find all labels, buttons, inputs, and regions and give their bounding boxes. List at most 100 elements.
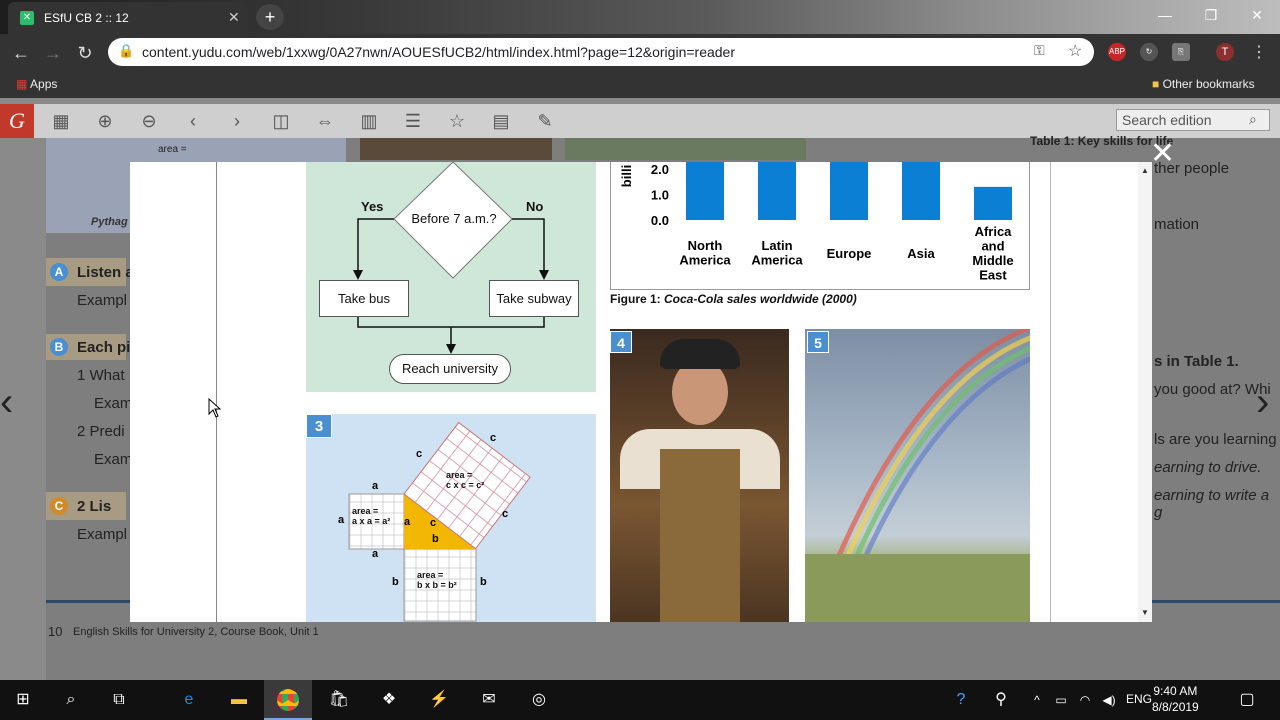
- area-b-label: area = b x b = b²: [417, 570, 457, 590]
- photo-thumbnail: [360, 138, 552, 160]
- chrome-taskbar-button[interactable]: [264, 680, 312, 720]
- y-tick-label: 2.0: [651, 162, 669, 177]
- scroll-down-icon[interactable]: ▼: [1141, 608, 1149, 617]
- x-tick-label: Latin: [761, 238, 792, 253]
- bar-chart-frame: billi 0.0 1.0 2.0 North America Latin America Eu…: [610, 162, 1030, 290]
- minimize-icon[interactable]: —: [1142, 0, 1188, 30]
- forward-icon[interactable]: →: [42, 42, 64, 64]
- file-explorer-icon[interactable]: ▬: [226, 688, 252, 712]
- wifi-icon[interactable]: ◠: [1072, 688, 1098, 712]
- side-a-label: a: [338, 514, 345, 526]
- section-text: Exam: [94, 451, 133, 468]
- menu-icon[interactable]: ⋮: [1248, 42, 1270, 64]
- close-modal-icon[interactable]: ✕: [1150, 136, 1175, 171]
- search-icon[interactable]: ⌕: [1249, 111, 1257, 128]
- footer-text: English Skills for University 2, Course …: [73, 626, 319, 638]
- annotate-icon[interactable]: ✎: [530, 106, 560, 136]
- zoom-out-icon[interactable]: ⊖: [134, 106, 164, 136]
- x-tick-label: Asia: [907, 246, 935, 261]
- pythagoras-caption: Pythag: [91, 216, 128, 228]
- task-view-icon[interactable]: ⧉: [106, 688, 132, 712]
- y-tick-label: 1.0: [651, 188, 669, 203]
- folder-icon: ■: [1152, 77, 1160, 91]
- section-text: Listen a: [77, 264, 134, 281]
- x-tick-label: Europe: [827, 246, 872, 261]
- reload-icon[interactable]: ↻: [74, 42, 96, 64]
- people-icon[interactable]: ⚲: [988, 688, 1014, 712]
- x-tick-label: East: [979, 268, 1007, 283]
- side-a-label: a: [372, 548, 379, 560]
- section-text: Exampl: [77, 526, 128, 543]
- close-window-icon[interactable]: ✕: [1234, 0, 1280, 30]
- search-input[interactable]: Search edition ⌕: [1116, 109, 1270, 131]
- mouse-cursor-icon: [208, 398, 222, 418]
- side-b-label: b: [432, 533, 439, 545]
- contents-list-icon[interactable]: ☰: [398, 106, 428, 136]
- chevron-up-icon[interactable]: ^: [1024, 688, 1050, 712]
- store-icon[interactable]: 🛍: [326, 688, 352, 712]
- bookmark-star-icon[interactable]: ☆: [1068, 41, 1082, 61]
- side-a-label: a: [404, 516, 411, 528]
- page-margin-line: [1050, 162, 1051, 622]
- extension-icon[interactable]: ↻: [1140, 43, 1158, 61]
- language-indicator[interactable]: ENG: [1126, 692, 1152, 706]
- zoom-modal: Before 7 a.m.? Yes No Take bus Take subw…: [130, 162, 1152, 622]
- other-bookmarks[interactable]: ■ Other bookmarks: [1152, 77, 1255, 91]
- key-icon[interactable]: ⚿: [1034, 42, 1045, 59]
- x-tick-label: Africa: [975, 224, 1013, 239]
- next-spread-arrow[interactable]: ›: [1256, 380, 1269, 425]
- section-text: Exampl: [77, 292, 128, 309]
- app-icon[interactable]: ◎: [526, 688, 552, 712]
- prev-page-icon[interactable]: ‹: [178, 106, 208, 136]
- side-c-label: c: [430, 517, 437, 529]
- section-text: 1 What: [77, 367, 125, 384]
- back-icon[interactable]: ←: [10, 42, 32, 64]
- thumbnails-icon[interactable]: ▦: [46, 106, 76, 136]
- tab-title: ESfU CB 2 :: 12: [44, 11, 129, 25]
- address-bar[interactable]: 🔒 content.yudu.com/web/1xxwg/0A27nwn/AOU…: [108, 38, 1094, 66]
- mail-icon[interactable]: ✉: [476, 688, 502, 712]
- columns-icon[interactable]: ▥: [354, 106, 384, 136]
- body-text: earning to drive.: [1154, 459, 1262, 476]
- other-bookmarks-label: Other bookmarks: [1162, 77, 1255, 91]
- help-icon[interactable]: ?: [948, 688, 974, 712]
- next-page-icon[interactable]: ›: [222, 106, 252, 136]
- garnet-logo: G: [0, 104, 34, 138]
- windows-taskbar: ⊞ ⌕ ⧉ e ▬ 🛍 ❖ ⚡ ✉ ◎ ? ⚲ ^ ▭ ◠ ◀) ENG 9:4…: [0, 680, 1280, 720]
- zoom-in-icon[interactable]: ⊕: [90, 106, 120, 136]
- search-icon[interactable]: ⌕: [58, 688, 84, 712]
- volume-icon[interactable]: ◀): [1096, 688, 1122, 712]
- browser-tab[interactable]: ✕ ESfU CB 2 :: 12 ✕: [8, 2, 248, 34]
- side-c-label: c: [490, 432, 497, 444]
- clock[interactable]: 9:40 AM 8/8/2019: [1152, 683, 1199, 715]
- fit-width-icon[interactable]: ⇔: [310, 106, 340, 136]
- profile-avatar[interactable]: T: [1216, 43, 1234, 61]
- battery-icon[interactable]: ▭: [1048, 688, 1074, 712]
- x-tick-label: Middle: [972, 253, 1013, 268]
- side-a-label: a: [372, 480, 379, 492]
- dropbox-icon[interactable]: ❖: [376, 688, 402, 712]
- body-text: you good at? Whi: [1154, 381, 1271, 398]
- close-tab-icon[interactable]: ✕: [228, 9, 240, 26]
- notes-icon[interactable]: ▤: [486, 106, 516, 136]
- modal-scrollbar[interactable]: ▲ ▼: [1138, 162, 1152, 622]
- adblock-icon[interactable]: ABP: [1108, 43, 1126, 61]
- prev-spread-arrow[interactable]: ‹: [0, 380, 13, 425]
- app-icon[interactable]: ⚡: [426, 688, 452, 712]
- reach-university-box: Reach university: [389, 354, 511, 384]
- edge-icon[interactable]: e: [176, 688, 202, 712]
- x-tick-label: America: [751, 253, 803, 268]
- x-tick-label: and: [981, 239, 1004, 254]
- scroll-up-icon[interactable]: ▲: [1141, 166, 1149, 175]
- restore-icon[interactable]: ❐: [1188, 0, 1234, 30]
- table-text: mation: [1154, 216, 1200, 233]
- single-page-icon[interactable]: ◫: [266, 106, 296, 136]
- windows-start-icon[interactable]: ⊞: [10, 688, 36, 712]
- browser-toolbar: ← → ↻ 🔒 content.yudu.com/web/1xxwg/0A27n…: [0, 34, 1280, 70]
- new-tab-button[interactable]: +: [256, 4, 284, 30]
- bar: [902, 162, 940, 220]
- bookmark-icon[interactable]: ☆: [442, 106, 472, 136]
- extension-icon[interactable]: ⎘: [1172, 43, 1190, 61]
- apps-bookmark[interactable]: ▦ Apps: [16, 77, 57, 91]
- notifications-icon[interactable]: ▢: [1234, 688, 1260, 712]
